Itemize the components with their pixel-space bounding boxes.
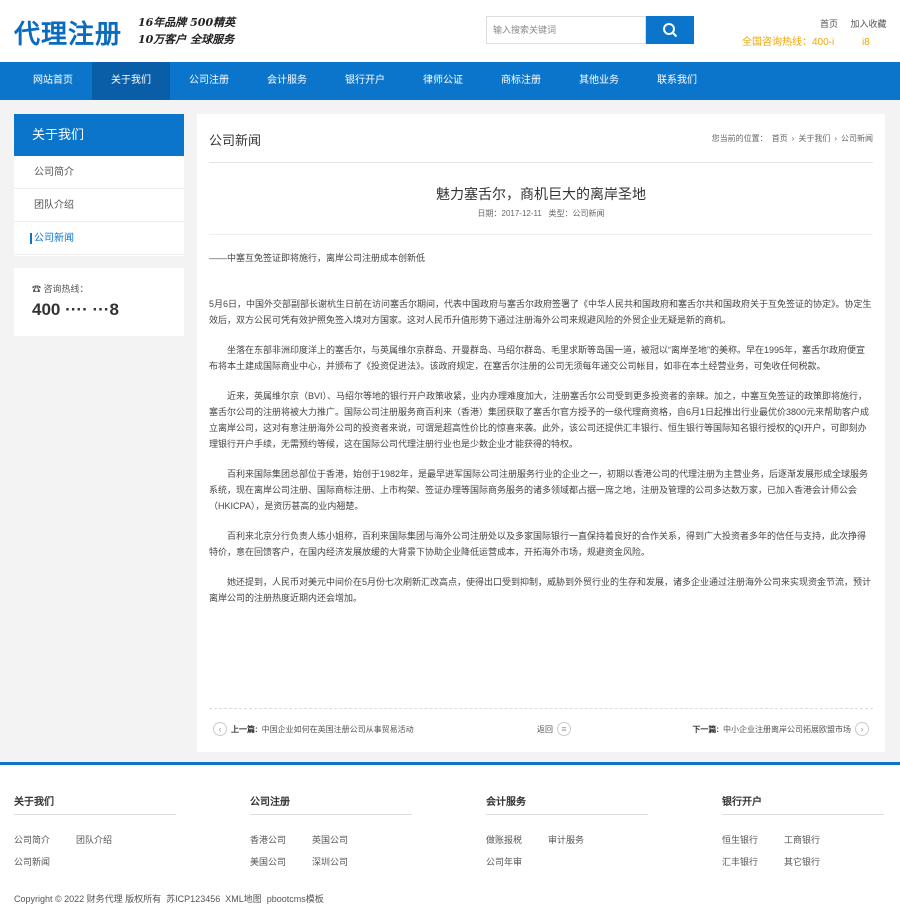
breadcrumb: 您当前的位置： 首页 › 关于我们 › 公司新闻	[708, 133, 873, 144]
contact-label-text: 咨询热线：	[43, 284, 89, 294]
main-content: 公司新闻 您当前的位置： 首页 › 关于我们 › 公司新闻 魅力塞舌尔，商机巨大的离岸圣地…	[197, 114, 885, 752]
contact-number: 400 ···· ···8	[32, 300, 119, 319]
nav-about[interactable]: 关于我们	[92, 62, 170, 100]
phone-icon: ☎	[32, 284, 44, 294]
article-paragraph: 5月6日，中国外交部副部长谢杭生日前在访问塞舌尔期间，代表中国政府与塞舌尔政府签…	[209, 299, 872, 325]
chevron-left-icon: ‹	[213, 722, 227, 736]
bookmark-link[interactable]: 加入收藏	[851, 19, 887, 29]
sidebar-item-team[interactable]: 团队介绍	[14, 189, 184, 222]
sidebar-title: 关于我们	[14, 114, 184, 156]
footer-column-title: 会计服务	[486, 793, 648, 815]
contact-box: ☎ 咨询热线： 400 ···· ···8	[14, 268, 184, 336]
footer-link[interactable]: 审计服务	[548, 829, 610, 851]
nav-trademark[interactable]: 商标注册	[482, 62, 560, 100]
chevron-right-icon: ›	[855, 722, 869, 736]
back-link[interactable]: 返回 ≡	[537, 722, 575, 736]
site-logo[interactable]: 代理注册	[14, 14, 122, 51]
footer-link[interactable]: 工商银行	[784, 829, 846, 851]
footer-link[interactable]: 深圳公司	[312, 851, 374, 873]
copyright: Copyright © 2022 财务代理 版权所有 苏ICP123456 XM…	[14, 894, 324, 904]
search-input[interactable]: 输入搜索关键词	[486, 16, 646, 44]
footer-link[interactable]: 做账报税	[486, 829, 548, 851]
search-icon	[663, 23, 678, 38]
nav-other[interactable]: 其他业务	[560, 62, 638, 100]
breadcrumb-home[interactable]: 首页	[772, 134, 788, 143]
slogan-line-1: 16年品牌 500精英	[138, 16, 236, 29]
main-nav: 网站首页 关于我们 公司注册 会计服务 银行开户 律师公证 商标注册 其他业务 …	[0, 62, 900, 100]
breadcrumb-about[interactable]: 关于我们	[798, 134, 830, 143]
nav-accounting[interactable]: 会计服务	[248, 62, 326, 100]
footer-column-title: 公司注册	[250, 793, 412, 815]
footer-link[interactable]: 公司年审	[486, 851, 548, 873]
site-header: 代理注册 16年品牌 500精英 10万客户 全球服务 输入搜索关键词 首页 加…	[0, 0, 900, 62]
prev-label: 上一篇:	[231, 724, 258, 734]
article-meta: 日期：2017-12-11 类型：公司新闻	[477, 209, 605, 218]
prev-title: 中国企业如何在英国注册公司从事贸易活动	[261, 724, 414, 734]
top-links: 首页 加入收藏	[820, 17, 897, 30]
article-paragraph: 近来，英属维尔京（BVI）、马绍尔等地的银行开户政策收紧，业内办理难度加大，注册…	[209, 391, 870, 449]
site-footer: 关于我们 公司简介 团队介绍公司新闻 公司注册 香港公司 英国公司美国公司 深圳公司 …	[0, 762, 900, 908]
footer-link[interactable]: 英国公司	[312, 829, 374, 851]
breadcrumb-news[interactable]: 公司新闻	[841, 134, 873, 143]
next-label: 下一篇:	[692, 724, 719, 734]
article-paragraph: 她还提到，人民币对美元中间价在5月份七次刷新汇改高点，使得出口受到抑制，威胁到外…	[209, 577, 872, 603]
footer-link[interactable]: 公司简介	[14, 829, 76, 851]
hotline: 全国咨询热线：400-i i8	[742, 37, 870, 48]
divider	[209, 162, 873, 163]
divider	[209, 234, 873, 235]
sidebar-item-news[interactable]: 公司新闻	[14, 222, 184, 255]
divider	[209, 708, 873, 709]
footer-link[interactable]: 香港公司	[250, 829, 312, 851]
footer-column-banking: 银行开户 恒生银行 工商银行汇丰银行 其它银行	[722, 793, 892, 873]
article-paragraph: 坐落在东部非洲印度洋上的塞舌尔，与英属维尔京群岛、开曼群岛、马绍尔群岛、毛里求斯…	[209, 345, 866, 371]
footer-column-registration: 公司注册 香港公司 英国公司美国公司 深圳公司	[250, 793, 420, 873]
page-title: 公司新闻	[209, 133, 262, 148]
chevron-right-icon: ›	[834, 134, 837, 143]
next-title: 中小企业注册离岸公司拓展欧盟市场	[723, 724, 851, 734]
slogan-line-2: 10万客户 全球服务	[138, 33, 235, 46]
search-button[interactable]	[646, 16, 694, 44]
footer-link[interactable]: 公司新闻	[14, 851, 76, 873]
breadcrumb-prefix: 您当前的位置：	[711, 134, 768, 143]
footer-link[interactable]: 汇丰银行	[722, 851, 784, 873]
prev-article-link[interactable]: ‹ 上一篇: 中国企业如何在英国注册公司从事贸易活动	[209, 722, 414, 736]
nav-company-registration[interactable]: 公司注册	[170, 62, 248, 100]
footer-link[interactable]: 美国公司	[250, 851, 312, 873]
footer-column-title: 关于我们	[14, 793, 176, 815]
footer-link[interactable]: 团队介绍	[76, 829, 138, 851]
back-label: 返回	[537, 724, 553, 734]
nav-contact[interactable]: 联系我们	[638, 62, 716, 100]
chevron-right-icon: ›	[791, 134, 795, 143]
list-icon: ≡	[557, 722, 571, 736]
article-title: 魅力塞舌尔，商机巨大的离岸圣地	[436, 186, 646, 202]
nav-notary[interactable]: 律师公证	[404, 62, 482, 100]
sidebar-item-profile[interactable]: 公司简介	[14, 156, 184, 189]
article-lead: ——中塞互免签证即将施行，离岸公司注册成本创新低	[209, 253, 426, 263]
nav-home[interactable]: 网站首页	[14, 62, 92, 100]
footer-column-title: 银行开户	[722, 793, 884, 815]
next-article-link[interactable]: 下一篇: 中小企业注册离岸公司拓展欧盟市场 ›	[692, 722, 873, 736]
footer-column-about: 关于我们 公司简介 团队介绍公司新闻	[14, 793, 184, 873]
article-paragraph: 百利来国际集团总部位于香港，始创于1982年，是最早进军国际公司注册服务行业的企…	[209, 469, 869, 511]
nav-bank-account[interactable]: 银行开户	[326, 62, 404, 100]
contact-label: ☎ 咨询热线：	[32, 282, 89, 295]
sidebar-menu: 公司简介 团队介绍 公司新闻	[14, 156, 184, 256]
home-link[interactable]: 首页	[820, 19, 838, 29]
footer-column-accounting: 会计服务 做账报税 审计服务公司年审	[486, 793, 656, 873]
footer-link[interactable]: 恒生银行	[722, 829, 784, 851]
footer-link[interactable]: 其它银行	[784, 851, 846, 873]
slogan: 16年品牌 500精英 10万客户 全球服务	[138, 14, 235, 48]
article-paragraph: 百利来北京分行负责人练小姐称，百利来国际集团与海外公司注册处以及多家国际银行一直…	[209, 531, 867, 557]
article-body: ——中塞互免签证即将施行，离岸公司注册成本创新低 5月6日，中国外交部副部长谢杭…	[209, 250, 873, 620]
